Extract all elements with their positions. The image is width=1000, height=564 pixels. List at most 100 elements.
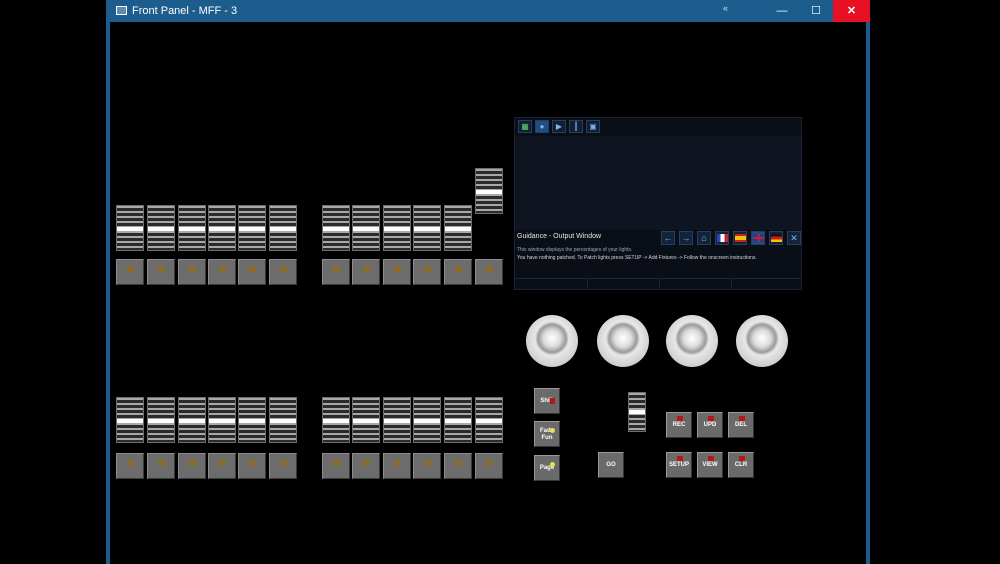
playback-fader[interactable]: [269, 397, 297, 443]
playback-button[interactable]: [352, 453, 380, 479]
playback-button[interactable]: [444, 259, 472, 285]
playback-fader[interactable]: [322, 205, 350, 251]
playback-button[interactable]: [178, 453, 206, 479]
playback-button[interactable]: [413, 453, 441, 479]
playback-fader[interactable]: [208, 205, 236, 251]
tiles-icon[interactable]: ▣: [586, 120, 600, 133]
playback-button[interactable]: [238, 453, 266, 479]
playback-fader[interactable]: [269, 205, 297, 251]
playback-fader[interactable]: [116, 205, 144, 251]
fader-knob[interactable]: [414, 227, 440, 231]
playback-fader[interactable]: [116, 397, 144, 443]
playback-fader[interactable]: [178, 205, 206, 251]
playback-fader[interactable]: [413, 397, 441, 443]
playback-button[interactable]: [147, 453, 175, 479]
playback-fader[interactable]: [383, 397, 411, 443]
playback-fader[interactable]: [322, 397, 350, 443]
setup-button[interactable]: SETUP: [666, 452, 692, 478]
playback-fader[interactable]: [352, 205, 380, 251]
playback-button[interactable]: [238, 259, 266, 285]
playback-fader[interactable]: [413, 205, 441, 251]
fader-knob[interactable]: [239, 227, 265, 231]
playback-button[interactable]: [475, 259, 503, 285]
close-button[interactable]: ✕: [833, 0, 870, 22]
playback-button[interactable]: [413, 259, 441, 285]
play-pause-icon[interactable]: ▶: [552, 120, 566, 133]
fade-fun-button[interactable]: Fade Fun: [534, 421, 560, 447]
playback-fader[interactable]: [475, 397, 503, 443]
fader-knob[interactable]: [476, 419, 502, 423]
playback-button[interactable]: [444, 453, 472, 479]
fader-knob[interactable]: [353, 419, 379, 423]
playback-button[interactable]: [475, 453, 503, 479]
fader-knob[interactable]: [445, 419, 471, 423]
upd-button[interactable]: UPD: [697, 412, 723, 438]
playback-button[interactable]: [383, 259, 411, 285]
home-icon[interactable]: ⌂: [697, 231, 711, 245]
flag-es-button[interactable]: [733, 231, 747, 245]
minimize-button[interactable]: —: [765, 0, 799, 22]
pin-icon[interactable]: «: [723, 3, 728, 13]
encoder-wheel[interactable]: [526, 315, 578, 367]
del-button[interactable]: DEL: [728, 412, 754, 438]
fader-knob[interactable]: [476, 190, 502, 194]
playback-button[interactable]: [352, 259, 380, 285]
fader-knob[interactable]: [179, 419, 205, 423]
encoder-wheel[interactable]: [666, 315, 718, 367]
fader-knob[interactable]: [384, 227, 410, 231]
master-fader[interactable]: [475, 168, 503, 214]
fader-knob[interactable]: [445, 227, 471, 231]
playback-fader[interactable]: [147, 397, 175, 443]
playback-fader[interactable]: [178, 397, 206, 443]
playback-button[interactable]: [269, 259, 297, 285]
playback-button[interactable]: [322, 259, 350, 285]
view-button[interactable]: VIEW: [697, 452, 723, 478]
close-icon[interactable]: ✕: [787, 231, 801, 245]
playback-button[interactable]: [208, 259, 236, 285]
forward-arrow-icon[interactable]: →: [679, 231, 693, 245]
playback-button[interactable]: [147, 259, 175, 285]
fader-knob[interactable]: [270, 227, 296, 231]
rec-button[interactable]: REC: [666, 412, 692, 438]
fader-knob[interactable]: [117, 227, 143, 231]
playback-fader[interactable]: [444, 397, 472, 443]
shift-button[interactable]: Shift: [534, 388, 560, 414]
playback-button[interactable]: [116, 259, 144, 285]
playback-button[interactable]: [208, 453, 236, 479]
fader-knob[interactable]: [179, 227, 205, 231]
playback-fader[interactable]: [383, 205, 411, 251]
playback-button[interactable]: [178, 259, 206, 285]
fader-knob[interactable]: [323, 419, 349, 423]
fader-knob[interactable]: [148, 419, 174, 423]
playback-fader[interactable]: [208, 397, 236, 443]
fader-knob[interactable]: [209, 419, 235, 423]
grid-icon[interactable]: ▦: [518, 120, 532, 133]
playback-button[interactable]: [269, 453, 297, 479]
playback-fader[interactable]: [238, 205, 266, 251]
playback-button[interactable]: [116, 453, 144, 479]
clr-button[interactable]: CLR: [728, 452, 754, 478]
playback-fader[interactable]: [238, 397, 266, 443]
fader-knob[interactable]: [148, 227, 174, 231]
page-button[interactable]: Page: [534, 455, 560, 481]
playback-button[interactable]: [383, 453, 411, 479]
fader-knob[interactable]: [209, 227, 235, 231]
encoder-wheel[interactable]: [736, 315, 788, 367]
fader-knob[interactable]: [414, 419, 440, 423]
playback-fader[interactable]: [147, 205, 175, 251]
playback-fader[interactable]: [444, 205, 472, 251]
fader-knob[interactable]: [323, 227, 349, 231]
title-bar[interactable]: Front Panel - MFF - 3 « — ☐ ✕: [106, 0, 870, 22]
playback-button[interactable]: [322, 453, 350, 479]
go-fader[interactable]: [628, 392, 646, 432]
go-button[interactable]: GO: [598, 452, 624, 478]
fader-knob[interactable]: [353, 227, 379, 231]
fader-knob[interactable]: [117, 419, 143, 423]
flag-uk-button[interactable]: [751, 231, 765, 245]
location-pin-icon[interactable]: ●: [535, 120, 549, 133]
fader-knob[interactable]: [270, 419, 296, 423]
fader-knob[interactable]: [239, 419, 265, 423]
maximize-button[interactable]: ☐: [799, 0, 833, 22]
back-arrow-icon[interactable]: ←: [661, 231, 675, 245]
playback-fader[interactable]: [352, 397, 380, 443]
